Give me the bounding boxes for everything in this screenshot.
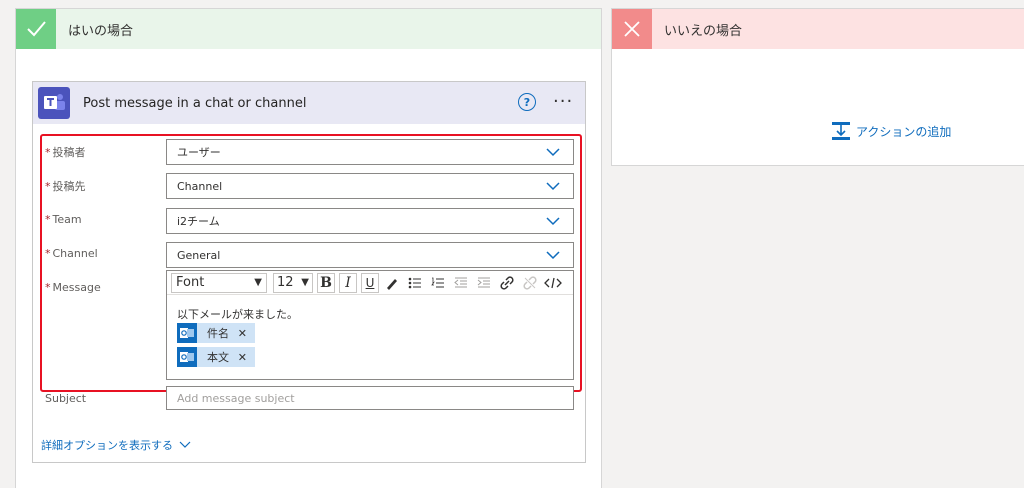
numbered-list-icon[interactable]: [428, 273, 448, 293]
check-icon: [16, 9, 56, 49]
caret-down-icon: ▼: [254, 277, 262, 288]
caret-down-icon: ▼: [301, 277, 309, 288]
add-action-button[interactable]: アクションの追加: [831, 121, 951, 141]
more-icon[interactable]: ···: [553, 91, 573, 112]
font-select-value: Font: [176, 275, 205, 290]
channel-value: General: [177, 248, 221, 262]
message-editor[interactable]: Font ▼ 12 ▼ B I U 以下メールが来ました。 件名 ✕ 本文 ✕: [166, 270, 574, 380]
card-header[interactable]: Post message in a chat or channel ? ···: [33, 82, 585, 124]
yes-branch-panel: はいの場合 Post message in a chat or channel …: [15, 8, 602, 488]
close-icon[interactable]: ✕: [238, 327, 247, 340]
decrease-indent-icon[interactable]: [451, 273, 471, 293]
editor-toolbar: Font ▼ 12 ▼ B I U: [167, 271, 573, 295]
poster-value: ユーザー: [177, 146, 221, 159]
field-label-channel: * Channel: [45, 247, 98, 260]
no-branch-header[interactable]: いいえの場合: [612, 9, 1024, 49]
no-branch-title: いいえの場合: [664, 23, 743, 39]
code-view-icon[interactable]: [543, 273, 563, 293]
add-action-icon: [832, 122, 850, 140]
field-label-post-in: * 投稿先: [45, 180, 86, 193]
unlink-icon[interactable]: [520, 273, 540, 293]
italic-icon[interactable]: I: [339, 272, 357, 293]
token-label: 本文: [207, 351, 229, 364]
underline-icon[interactable]: U: [361, 272, 379, 293]
field-label-team: * Team: [45, 213, 82, 226]
outlook-icon: [177, 323, 197, 343]
font-size-select[interactable]: 12 ▼: [273, 272, 313, 293]
font-select[interactable]: Font ▼: [171, 272, 267, 293]
no-branch-panel: いいえの場合 アクションの追加: [611, 8, 1024, 166]
dynamic-token-subject[interactable]: 件名 ✕: [177, 323, 255, 343]
subject-input[interactable]: [166, 386, 574, 410]
chevron-down-icon: [546, 217, 560, 226]
highlight-pen-icon[interactable]: [382, 273, 402, 293]
show-advanced-options-link[interactable]: 詳細オプションを表示する: [41, 437, 191, 453]
post-message-card: Post message in a chat or channel ? ··· …: [32, 81, 586, 463]
teams-icon: [38, 87, 70, 119]
help-icon[interactable]: ?: [518, 93, 536, 111]
close-icon[interactable]: ✕: [238, 351, 247, 364]
increase-indent-icon[interactable]: [474, 273, 494, 293]
channel-dropdown[interactable]: General: [166, 242, 574, 268]
add-action-label: アクションの追加: [856, 124, 952, 139]
yes-branch-header[interactable]: はいの場合: [16, 9, 601, 49]
field-label-poster: * 投稿者: [45, 146, 86, 159]
link-icon[interactable]: [497, 273, 517, 293]
card-title: Post message in a chat or channel: [83, 95, 307, 111]
chevron-down-icon: [546, 251, 560, 260]
bold-icon[interactable]: B: [317, 272, 335, 293]
message-text: 以下メールが来ました。: [177, 308, 298, 321]
token-label: 件名: [207, 327, 229, 340]
team-value: i2チーム: [177, 215, 220, 228]
dynamic-token-body[interactable]: 本文 ✕: [177, 347, 255, 367]
team-dropdown[interactable]: i2チーム: [166, 208, 574, 234]
advanced-options-label: 詳細オプションを表示する: [41, 439, 173, 452]
field-label-subject: Subject: [45, 392, 87, 405]
field-label-message: * Message: [45, 281, 101, 294]
post-in-dropdown[interactable]: Channel: [166, 173, 574, 199]
close-icon: [612, 9, 652, 49]
yes-branch-title: はいの場合: [68, 23, 134, 39]
chevron-down-icon: [546, 148, 560, 157]
poster-dropdown[interactable]: ユーザー: [166, 139, 574, 165]
outlook-icon: [177, 347, 197, 367]
font-size-value: 12: [277, 275, 294, 290]
bullet-list-icon[interactable]: [405, 273, 425, 293]
post-in-value: Channel: [177, 179, 223, 193]
chevron-down-icon: [179, 441, 191, 448]
chevron-down-icon: [546, 182, 560, 191]
